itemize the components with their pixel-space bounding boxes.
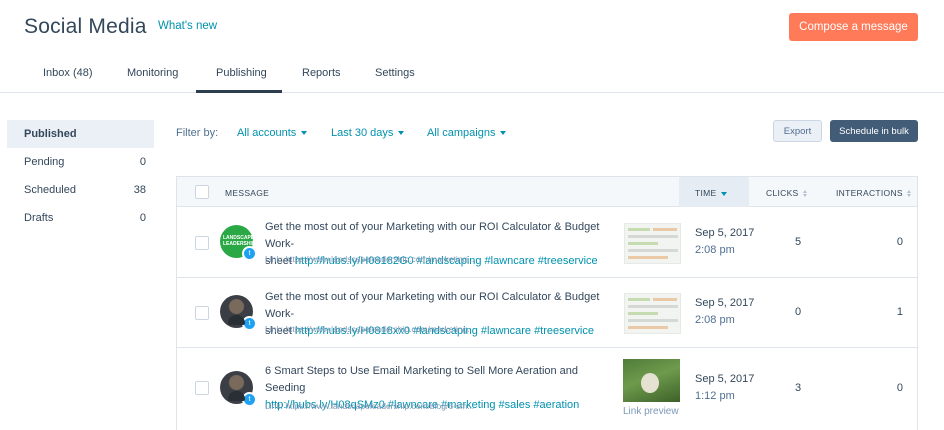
link-thumbnail[interactable] (624, 223, 681, 264)
post-clock-time: 1:12 pm (695, 390, 735, 402)
sidebar-item-scheduled[interactable]: Scheduled 38 (7, 176, 154, 204)
preview-url: Link: https://www.landscapeleadership.co… (265, 254, 475, 264)
sidebar-item-drafts[interactable]: Drafts 0 (7, 204, 154, 232)
period-filter-dropdown[interactable]: Last 30 days (331, 127, 405, 139)
twitter-icon: t (242, 392, 257, 407)
interactions-count: 1 (896, 306, 903, 318)
published-messages-table: MESSAGE TIME CLICKS INTERACTIONS LANDSCA… (176, 176, 918, 430)
tab-publishing[interactable]: Publishing (216, 67, 267, 79)
post-clock-time: 2:08 pm (695, 244, 735, 256)
schedule-in-bulk-button[interactable]: Schedule in bulk (830, 120, 918, 142)
export-button[interactable]: Export (773, 120, 822, 142)
preview-url: Link: https://www.landscapeleadership.co… (265, 324, 475, 334)
chevron-down-icon (500, 131, 507, 136)
main-tabs: Inbox (48) Monitoring Publishing Reports… (0, 56, 944, 93)
sidebar-item-label: Scheduled (24, 184, 76, 196)
account-avatar[interactable]: t (220, 371, 257, 407)
sidebar-item-count: 0 (139, 156, 146, 168)
column-header-time[interactable]: TIME (695, 188, 727, 198)
sort-icon (906, 190, 911, 197)
row-checkbox[interactable] (195, 381, 209, 395)
post-time: Sep 5, 2017 2:08 pm (695, 225, 754, 259)
select-all-checkbox[interactable] (195, 185, 209, 199)
post-time: Sep 5, 2017 1:12 pm (695, 371, 754, 405)
row-checkbox[interactable] (195, 306, 209, 320)
tab-reports[interactable]: Reports (302, 67, 341, 79)
tab-settings[interactable]: Settings (375, 67, 415, 79)
column-header-message: MESSAGE (225, 188, 270, 198)
filter-by-label: Filter by: (176, 127, 219, 139)
interactions-count: 0 (896, 236, 903, 248)
sidebar-item-pending[interactable]: Pending 0 (7, 148, 154, 176)
sidebar-item-count: 38 (133, 184, 146, 196)
column-header-interactions-label: INTERACTIONS (836, 188, 903, 198)
tab-inbox[interactable]: Inbox (48) (43, 67, 93, 79)
sort-descending-icon (720, 191, 727, 196)
message-line: Get the most out of your Marketing with … (265, 291, 600, 320)
active-tab-indicator (196, 90, 282, 93)
sidebar-item-label: Published (24, 128, 77, 140)
sidebar-item-published[interactable]: Published (7, 120, 154, 148)
sidebar-item-count: 0 (139, 212, 146, 224)
post-clock-time: 2:08 pm (695, 314, 735, 326)
row-checkbox[interactable] (195, 236, 209, 250)
column-header-clicks-label: CLICKS (766, 188, 799, 198)
table-row[interactable]: t 6 Smart Steps to Use Email Marketing t… (177, 348, 917, 430)
twitter-icon: t (242, 316, 257, 331)
chevron-down-icon (301, 131, 308, 136)
chevron-down-icon (398, 131, 405, 136)
column-header-clicks[interactable]: CLICKS (766, 188, 807, 198)
compose-message-button[interactable]: Compose a message (789, 13, 918, 41)
link-thumbnail[interactable] (624, 293, 681, 334)
table-row[interactable]: t Get the most out of your Marketing wit… (177, 278, 917, 348)
account-avatar[interactable]: LANDSCAPE LEADERSHIP t (220, 225, 257, 261)
page-title: Social Media (24, 15, 147, 38)
post-date: Sep 5, 2017 (695, 373, 755, 385)
sidebar-item-label: Pending (24, 156, 65, 168)
table-header: MESSAGE TIME CLICKS INTERACTIONS (177, 177, 917, 207)
clicks-count: 3 (794, 382, 802, 394)
landscape-leadership-logo: LANDSCAPE LEADERSHIP (223, 235, 256, 247)
accounts-filter-label: All accounts (237, 127, 297, 139)
link-thumbnail[interactable] (623, 359, 680, 402)
post-date: Sep 5, 2017 (695, 227, 755, 239)
campaigns-filter-dropdown[interactable]: All campaigns (427, 127, 507, 139)
clicks-count: 5 (794, 236, 802, 248)
post-time: Sep 5, 2017 2:08 pm (695, 295, 754, 329)
link-preview-label[interactable]: Link preview (623, 406, 679, 417)
publishing-sidebar: Published Pending 0 Scheduled 38 Drafts … (7, 120, 154, 232)
preview-url: Link: https://www.landscapeleadership.co… (265, 401, 475, 411)
message-line: 6 Smart Steps to Use Email Marketing to … (265, 365, 579, 394)
post-date: Sep 5, 2017 (695, 297, 755, 309)
period-filter-label: Last 30 days (331, 127, 394, 139)
accounts-filter-dropdown[interactable]: All accounts (237, 127, 308, 139)
page-header: Social Media What's new Compose a messag… (0, 0, 944, 56)
tab-monitoring[interactable]: Monitoring (127, 67, 178, 79)
column-header-time-label: TIME (695, 188, 717, 198)
clicks-count: 0 (794, 306, 802, 318)
interactions-count: 0 (896, 382, 903, 394)
campaigns-filter-label: All campaigns (427, 127, 496, 139)
twitter-icon: t (242, 246, 257, 261)
column-header-interactions[interactable]: INTERACTIONS (836, 188, 911, 198)
account-avatar[interactable]: t (220, 295, 257, 331)
whats-new-link[interactable]: What's new (158, 20, 217, 32)
sort-icon (802, 190, 807, 197)
message-line: Get the most out of your Marketing with … (265, 221, 600, 250)
table-row[interactable]: LANDSCAPE LEADERSHIP t Get the most out … (177, 208, 917, 278)
sidebar-item-label: Drafts (24, 212, 54, 224)
